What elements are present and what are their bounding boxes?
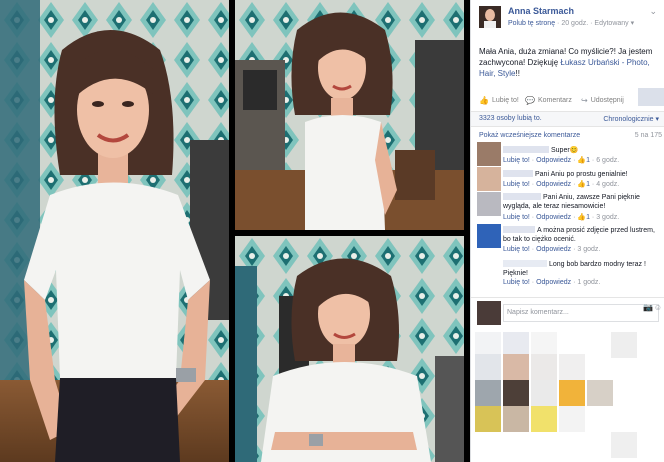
photo-full-length[interactable] bbox=[0, 0, 229, 462]
comment-actions: Lubię to! · Odpowiedz · 👍1 · 3 godz. bbox=[503, 214, 620, 221]
thumbnail[interactable] bbox=[503, 354, 529, 380]
comment-text: Pani Aniu, zawsze Pani pięknie wygląda, … bbox=[503, 193, 640, 210]
comment-count: 5 na 175 bbox=[634, 132, 662, 139]
author-avatar[interactable] bbox=[479, 6, 501, 28]
photo-side-pose[interactable] bbox=[235, 0, 464, 230]
photo-arms-crossed[interactable] bbox=[235, 236, 464, 462]
comment-like-link[interactable]: Lubię to! bbox=[503, 214, 530, 221]
like-page-link[interactable]: Polub tę stronę bbox=[508, 20, 555, 27]
comment-text: A można prosić zdjęcie przed lustrem, bo… bbox=[503, 226, 655, 243]
comment-button[interactable]: 💬 Komentarz bbox=[525, 96, 572, 105]
blurred-name[interactable] bbox=[503, 170, 533, 177]
comment-like-link[interactable]: Lubię to! bbox=[503, 157, 530, 164]
blurred-thumbnails bbox=[475, 330, 664, 462]
comment-reply-link[interactable]: Odpowiedz bbox=[536, 279, 571, 286]
post-header: Anna Starmach Polub tę stronę · 20 godz.… bbox=[471, 0, 664, 36]
thumbnail[interactable] bbox=[475, 354, 501, 380]
comment-input[interactable]: Napisz komentarz... bbox=[503, 304, 659, 322]
thumbs-up-icon: 👍 bbox=[479, 96, 489, 105]
thumbnail[interactable] bbox=[531, 354, 557, 380]
share-button[interactable]: ↪ Udostępnij bbox=[581, 96, 624, 105]
comment-actions: Lubię to! · Odpowiedz · 1 godz. bbox=[503, 279, 601, 286]
thumbnail[interactable] bbox=[611, 332, 637, 358]
author-name[interactable]: Anna Starmach bbox=[508, 6, 574, 16]
blurred-name[interactable] bbox=[503, 146, 549, 153]
thumbnail[interactable] bbox=[503, 406, 529, 432]
post-text: Mała Ania, duża zmiana! Co myślicie?! Ja… bbox=[479, 47, 653, 78]
blurred-name[interactable] bbox=[503, 226, 535, 233]
comment-like-link[interactable]: Lubię to! bbox=[503, 181, 530, 188]
thumbs-up-icon: 👍 bbox=[577, 157, 587, 164]
thumbnail[interactable] bbox=[475, 380, 501, 406]
post-time[interactable]: 20 godz. bbox=[561, 20, 588, 27]
commenter-avatar[interactable] bbox=[477, 142, 501, 166]
comment-reply-link[interactable]: Odpowiedz bbox=[536, 157, 571, 164]
comment-reply-link[interactable]: Odpowiedz bbox=[536, 214, 571, 221]
thumbnail[interactable] bbox=[531, 406, 557, 432]
comment-order-select[interactable]: Chronologicznie ▾ bbox=[603, 115, 659, 123]
commenter-avatar[interactable] bbox=[477, 258, 501, 282]
camera-icon[interactable]: 📷 bbox=[643, 303, 653, 312]
post-sidebar: Anna Starmach Polub tę stronę · 20 godz.… bbox=[470, 0, 664, 462]
thumbs-up-icon: 👍 bbox=[577, 214, 587, 221]
thumbnail[interactable] bbox=[559, 380, 585, 406]
likes-summary: 3323 osoby lubią to. Chronologicznie ▾ bbox=[471, 111, 664, 127]
commenter-avatar[interactable] bbox=[477, 167, 501, 191]
share-icon: ↪ bbox=[581, 96, 588, 105]
thumbnail[interactable] bbox=[559, 354, 585, 380]
show-more-comments-link[interactable]: Pokaż wcześniejsze komentarze bbox=[479, 132, 580, 139]
comment-actions: Lubię to! · Odpowiedz · 3 godz. bbox=[503, 246, 601, 253]
comment-icon: 💬 bbox=[525, 96, 535, 105]
likes-count[interactable]: 3323 osoby lubią to. bbox=[479, 115, 542, 122]
comment-like-link[interactable]: Lubię to! bbox=[503, 279, 530, 286]
current-user-avatar bbox=[477, 301, 501, 325]
thumbnail[interactable] bbox=[611, 432, 637, 458]
thumbnail[interactable] bbox=[475, 406, 501, 432]
post-actions: 👍 Lubię to! 💬 Komentarz ↪ Udostępnij bbox=[479, 96, 664, 108]
thumbnail[interactable] bbox=[531, 380, 557, 406]
edited-label[interactable]: Edytowany bbox=[594, 20, 628, 27]
post-meta: Polub tę stronę · 20 godz. · Edytowany ▾ bbox=[508, 20, 635, 27]
comment-text: Long bob bardzo modny teraz ! Pięknie! bbox=[503, 260, 646, 277]
blurred-name[interactable] bbox=[503, 193, 541, 200]
thumbs-up-icon: 👍 bbox=[577, 181, 587, 188]
thumbnail[interactable] bbox=[503, 380, 529, 406]
comment-actions: Lubię to! · Odpowiedz · 👍1 · 6 godz. bbox=[503, 157, 620, 164]
commenter-avatar[interactable] bbox=[477, 192, 501, 216]
comment-text: Super😊 bbox=[503, 146, 663, 155]
thumbnail[interactable] bbox=[587, 380, 613, 406]
comment-reply-link[interactable]: Odpowiedz bbox=[536, 246, 571, 253]
chevron-down-icon[interactable]: ⌄ bbox=[649, 6, 657, 17]
globe-icon: ▾ bbox=[630, 20, 635, 27]
emoji-icon[interactable]: ☺ bbox=[654, 303, 662, 312]
commenter-avatar[interactable] bbox=[477, 224, 501, 248]
photo-collage[interactable] bbox=[0, 0, 470, 462]
thumbnail[interactable] bbox=[559, 406, 585, 432]
like-button[interactable]: 👍 Lubię to! bbox=[479, 96, 519, 105]
comment-like-link[interactable]: Lubię to! bbox=[503, 246, 530, 253]
comment-text: Pani Aniu po prostu genialnie! bbox=[503, 170, 663, 179]
comment-reply-link[interactable]: Odpowiedz bbox=[536, 181, 571, 188]
comment-actions: Lubię to! · Odpowiedz · 👍1 · 4 godz. bbox=[503, 181, 620, 188]
blurred-name[interactable] bbox=[503, 260, 547, 267]
comment-composer: Napisz komentarz... 📷 ☺ bbox=[471, 297, 664, 329]
